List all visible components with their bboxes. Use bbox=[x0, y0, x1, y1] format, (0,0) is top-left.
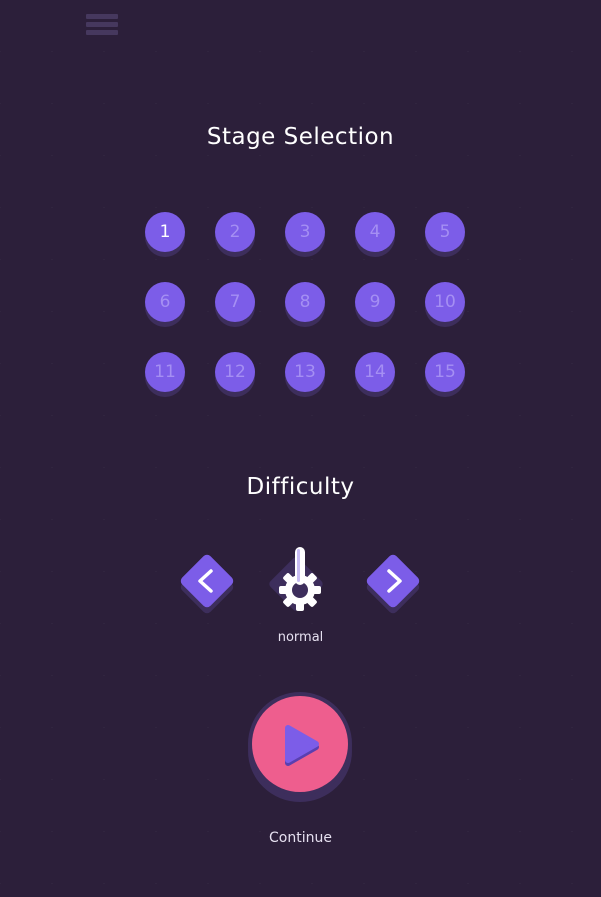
stage-button-15[interactable]: 15 bbox=[425, 352, 465, 392]
continue-label: Continue bbox=[269, 830, 332, 846]
stage-button-9[interactable]: 9 bbox=[355, 282, 395, 322]
difficulty-next-button[interactable] bbox=[364, 552, 424, 616]
difficulty-value: normal bbox=[277, 630, 324, 645]
lever-gear-icon bbox=[269, 547, 323, 611]
play-button[interactable] bbox=[248, 692, 352, 802]
stage-button-12[interactable]: 12 bbox=[215, 352, 255, 392]
hamburger-menu-icon[interactable] bbox=[86, 14, 118, 38]
stage-button-2[interactable]: 2 bbox=[215, 212, 255, 252]
stage-button-10[interactable]: 10 bbox=[425, 282, 465, 322]
stage-selection-title: Stage Selection bbox=[206, 124, 395, 150]
stage-button-3[interactable]: 3 bbox=[285, 212, 325, 252]
stage-button-8[interactable]: 8 bbox=[285, 282, 325, 322]
stage-button-1[interactable]: 1 bbox=[145, 212, 185, 252]
play-icon bbox=[285, 725, 319, 766]
difficulty-level-indicator bbox=[266, 544, 334, 620]
stage-button-11[interactable]: 11 bbox=[145, 352, 185, 392]
stage-button-14[interactable]: 14 bbox=[355, 352, 395, 392]
difficulty-prev-button[interactable] bbox=[178, 552, 238, 616]
stage-button-13[interactable]: 13 bbox=[285, 352, 325, 392]
difficulty-title: Difficulty bbox=[246, 474, 355, 500]
stage-button-5[interactable]: 5 bbox=[425, 212, 465, 252]
stage-button-6[interactable]: 6 bbox=[145, 282, 185, 322]
stage-button-7[interactable]: 7 bbox=[215, 282, 255, 322]
stage-button-4[interactable]: 4 bbox=[355, 212, 395, 252]
chevron-left-icon bbox=[198, 569, 213, 593]
chevron-right-icon bbox=[387, 569, 402, 593]
